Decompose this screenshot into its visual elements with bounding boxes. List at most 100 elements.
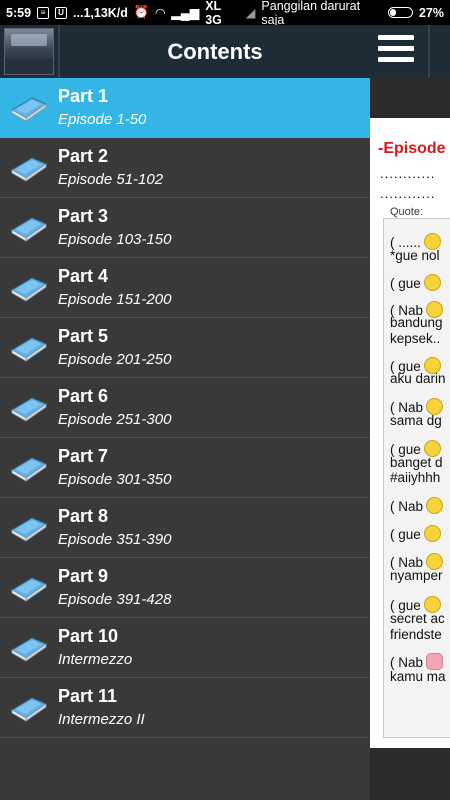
contents-item-subtitle: Episode 351-390 — [58, 531, 172, 548]
signal-icon: ▂▄▆ — [171, 6, 200, 20]
emoticon-icon — [426, 397, 444, 415]
quote-line: ( gue — [390, 439, 441, 457]
contents-item-title: Part 11 — [58, 686, 118, 706]
carrier-note: Panggilan darurat saja — [261, 0, 361, 27]
status-time: 5:59 — [6, 5, 32, 20]
contents-item-subtitle: Episode 151-200 — [58, 291, 172, 308]
book-icon — [11, 157, 48, 182]
contents-item[interactable]: Part 8 Episode 351-390 — [0, 498, 370, 558]
wifi-icon: ◠ — [155, 6, 166, 20]
dotted-line: ............ — [380, 166, 436, 181]
contents-item-subtitle: Intermezzo — [58, 651, 133, 668]
contents-item-title: Part 1 — [58, 86, 109, 106]
main-content: -Episode ............ ............ Quote… — [370, 25, 450, 800]
battery-icon — [387, 7, 413, 18]
quote-line: nyamper — [390, 568, 443, 584]
contents-item-title: Part 2 — [58, 146, 109, 166]
quote-line: ( gue — [390, 595, 441, 613]
contents-item[interactable]: Part 2 Episode 51-102 — [0, 138, 370, 198]
main-subbar — [370, 78, 450, 118]
contents-item[interactable]: Part 10 Intermezzo — [0, 618, 370, 678]
emoticon-icon — [423, 525, 441, 542]
quote-label: Quote: — [390, 206, 424, 218]
emoticon-icon — [423, 274, 441, 292]
data-rate: 1,13K/d — [83, 5, 128, 20]
hamburger-icon[interactable] — [378, 35, 414, 67]
episode-title: -Episode — [378, 140, 446, 157]
main-toolbar — [370, 25, 450, 78]
quote-line: bandung — [390, 315, 443, 330]
contents-item-subtitle: Episode 391-428 — [58, 591, 172, 608]
quote-line: #aiiyhhh — [390, 469, 441, 485]
quote-line: ( Nab — [390, 397, 444, 415]
contents-item-title: Part 6 — [58, 386, 109, 406]
main-bottom-bar — [370, 748, 450, 800]
contents-item[interactable]: Part 6 Episode 251-300 — [0, 378, 370, 438]
quote-line: ( Nab — [390, 552, 444, 570]
contents-item[interactable]: Part 11 Intermezzo II — [0, 678, 370, 738]
no-signal-icon: ◢ — [245, 6, 256, 20]
quote-line: kamu ma — [390, 669, 446, 684]
contents-list: Part 1 Episode 1-50 Part 2 Episode 51-102 Pa… — [0, 78, 370, 738]
contents-item-subtitle: Episode 301-350 — [58, 471, 172, 488]
contents-item[interactable]: Part 3 Episode 103-150 — [0, 198, 370, 258]
contents-item-subtitle: Episode 201-250 — [58, 351, 172, 368]
battery-percent: 27% — [418, 5, 444, 20]
contents-item[interactable]: Part 5 Episode 201-250 — [0, 318, 370, 378]
contents-item-title: Part 8 — [58, 506, 109, 526]
book-icon — [11, 337, 48, 362]
contents-item-title: Part 5 — [58, 326, 109, 346]
quote-line: ( gue — [390, 525, 441, 542]
contents-item[interactable]: Part 1 Episode 1-50 — [0, 78, 370, 138]
emoticon-icon — [426, 552, 444, 570]
quote-line: *gue nol — [390, 247, 440, 263]
contents-item-title: Part 9 — [58, 566, 109, 586]
book-icon — [11, 217, 48, 242]
quote-line: kepsek.. — [390, 330, 441, 346]
contents-item[interactable]: Part 9 Episode 391-428 — [0, 558, 370, 618]
quote-line: aku darin — [390, 371, 446, 387]
more-notifications-icon: ... — [73, 5, 84, 20]
contents-item-subtitle: Episode 51-102 — [58, 171, 164, 188]
drawer-title: Contents — [167, 39, 263, 64]
contents-item-subtitle: Episode 1-50 — [58, 111, 147, 128]
quote-line: secret ac — [390, 611, 445, 627]
emoticon-icon — [426, 497, 444, 515]
drawer-header: Contents — [0, 25, 370, 78]
quote-line: ( Nab — [390, 653, 444, 671]
contents-item-title: Part 4 — [58, 266, 109, 286]
emoticon-icon — [423, 595, 441, 613]
navigation-drawer: Contents Part 1 Episode 1-50 Part 2 Episode… — [0, 25, 370, 800]
network-type: XL 3G — [205, 0, 222, 27]
contents-item-title: Part 10 — [58, 626, 119, 646]
quote-line: friendste — [390, 627, 442, 642]
contents-item-title: Part 3 — [58, 206, 109, 226]
contents-item-subtitle: Episode 251-300 — [58, 411, 172, 428]
book-icon — [11, 577, 48, 602]
contents-item[interactable]: Part 7 Episode 301-350 — [0, 438, 370, 498]
emoticon-icon — [426, 653, 444, 671]
shield-notification-icon: U — [55, 6, 68, 19]
toolbar-divider — [428, 25, 430, 78]
contents-item-subtitle: Intermezzo II — [58, 711, 145, 728]
quote-line: sama dg — [390, 413, 442, 429]
book-icon — [11, 457, 48, 482]
book-icon — [11, 277, 48, 302]
book-icon — [11, 397, 48, 422]
quote-line: banget d — [390, 455, 443, 471]
quote-line: ( gue — [390, 274, 441, 292]
contents-item-title: Part 7 — [58, 446, 109, 466]
alarm-icon: ⏰ — [133, 5, 150, 19]
book-icon — [11, 637, 48, 662]
status-bar: 5:59 ≡ U ... 1,13K/d ⏰ ◠ ▂▄▆ XL 3G ◢ Pan… — [0, 0, 450, 27]
emoticon-icon — [423, 439, 441, 457]
app-thumbnail[interactable] — [4, 28, 54, 75]
contents-item[interactable]: Part 4 Episode 151-200 — [0, 258, 370, 318]
quote-line: ( Nab — [390, 497, 444, 515]
contents-item-subtitle: Episode 103-150 — [58, 231, 172, 248]
book-icon — [11, 97, 48, 122]
book-icon — [11, 517, 48, 542]
message-icon: ≡ — [37, 6, 50, 19]
quote-box: ( ...... *gue nol( gue( Nab bandung kepsek.… — [383, 218, 450, 738]
article-view[interactable]: -Episode ............ ............ Quote… — [370, 118, 450, 748]
